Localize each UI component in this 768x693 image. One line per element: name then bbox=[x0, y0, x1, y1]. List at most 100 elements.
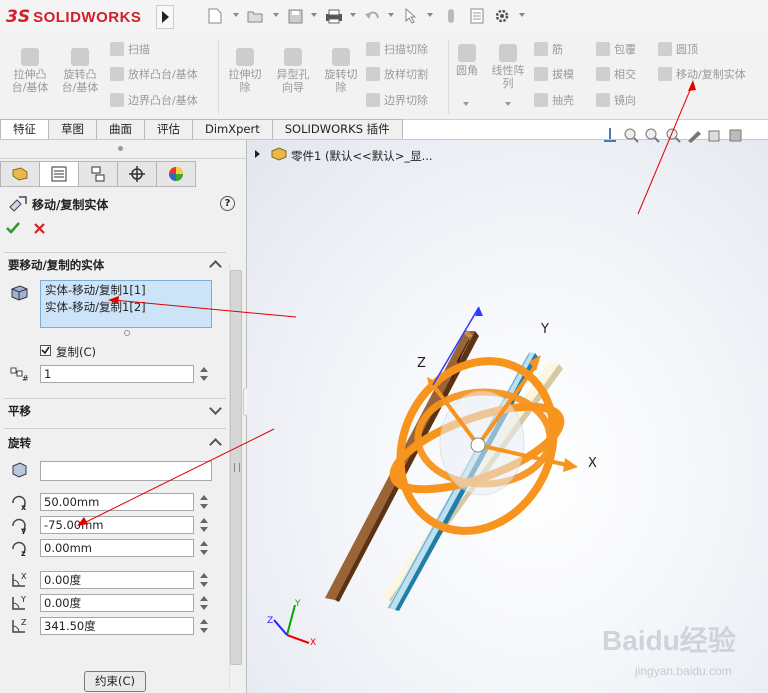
open-dropdown-icon[interactable] bbox=[273, 13, 279, 17]
extrude-cut-button[interactable]: 拉伸切 除 bbox=[222, 48, 268, 94]
loft-cut-button[interactable]: 放样切割 bbox=[366, 65, 428, 83]
extrude-boss-button[interactable]: 拉伸凸 台/基体 bbox=[6, 48, 54, 94]
tab-features[interactable]: 特征 bbox=[0, 119, 49, 139]
print-dropdown-icon[interactable] bbox=[350, 13, 356, 17]
undo-dropdown-icon[interactable] bbox=[388, 13, 394, 17]
scrollbar-thumb[interactable] bbox=[230, 270, 242, 665]
copies-input[interactable]: 1 bbox=[40, 365, 194, 383]
tab-sketch[interactable]: 草图 bbox=[48, 119, 97, 139]
rebuild-icon[interactable] bbox=[442, 7, 460, 25]
loft-button[interactable]: 放样凸台/基体 bbox=[110, 65, 198, 83]
boundary-cut-icon bbox=[366, 93, 380, 107]
rib-button[interactable]: 筋 bbox=[534, 40, 563, 58]
undo-icon[interactable] bbox=[363, 7, 381, 25]
revolve-cut-icon bbox=[332, 48, 350, 66]
angle-z-spinner[interactable] bbox=[198, 617, 210, 635]
angle-y-input[interactable]: 0.00度 bbox=[40, 594, 194, 612]
rotation-origin-field[interactable] bbox=[40, 461, 212, 481]
save-dropdown-icon[interactable] bbox=[311, 13, 317, 17]
origin-z-input[interactable]: 0.00mm bbox=[40, 539, 194, 557]
list-resize-handle[interactable] bbox=[124, 330, 130, 336]
copies-spinner[interactable] bbox=[198, 365, 210, 383]
configuration-manager-tab[interactable] bbox=[78, 161, 118, 187]
open-folder-icon[interactable] bbox=[246, 7, 264, 25]
tab-evaluate[interactable]: 评估 bbox=[144, 119, 193, 139]
linear-pattern-button[interactable]: 线性阵 列 bbox=[486, 44, 530, 90]
x-arrow-head-icon bbox=[563, 458, 578, 472]
intersect-label: 相交 bbox=[614, 68, 636, 81]
graphics-area[interactable]: 零件1 (默认<<默认>_显... Y Z X X Y Z Baidu经验 ji… bbox=[247, 128, 768, 693]
sweep-cut-button[interactable]: 扫描切除 bbox=[366, 40, 428, 58]
new-document-icon[interactable] bbox=[206, 7, 224, 25]
translate-section-header[interactable]: 平移 bbox=[0, 400, 228, 422]
intersect-button[interactable]: 相交 bbox=[596, 65, 636, 83]
tab-dimxpert[interactable]: DimXpert bbox=[192, 119, 273, 139]
options-dropdown-icon[interactable] bbox=[519, 13, 525, 17]
view-reference-triad: X Y Z bbox=[267, 599, 316, 648]
fillet-icon bbox=[458, 44, 476, 62]
collapse-chevron-icon bbox=[209, 438, 222, 451]
origin-y-spinner[interactable] bbox=[198, 516, 210, 534]
feature-manager-tab[interactable] bbox=[0, 161, 40, 187]
property-manager-tab[interactable] bbox=[39, 161, 79, 187]
select-pointer-icon[interactable] bbox=[401, 7, 419, 25]
angle-z-input[interactable]: 341.50度 bbox=[40, 617, 194, 635]
angle-y-spinner[interactable] bbox=[198, 594, 210, 612]
origin-x-input[interactable]: 50.00mm bbox=[40, 493, 194, 511]
draft-button[interactable]: 拔模 bbox=[534, 65, 574, 83]
sweep-button[interactable]: 扫描 bbox=[110, 40, 150, 58]
shell-button[interactable]: 抽壳 bbox=[534, 91, 574, 109]
feature-title: 移动/复制实体 bbox=[32, 198, 109, 212]
select-dropdown-icon[interactable] bbox=[427, 13, 433, 17]
selected-body-item[interactable]: 实体-移动/复制1[2] bbox=[41, 300, 211, 315]
rotate-section-header[interactable]: 旋转 bbox=[0, 432, 228, 454]
revolve-boss-button[interactable]: 旋转凸 台/基体 bbox=[56, 48, 104, 94]
origin-y-input[interactable]: -75.00mm bbox=[40, 516, 194, 534]
mirror-button[interactable]: 镜向 bbox=[596, 91, 636, 109]
revolve-cut-button[interactable]: 旋转切 除 bbox=[318, 48, 364, 94]
file-properties-icon[interactable] bbox=[468, 7, 486, 25]
origin-x-spinner[interactable] bbox=[198, 493, 210, 511]
linear-pattern-icon bbox=[499, 44, 517, 62]
linear-pattern-dropdown-icon[interactable] bbox=[505, 102, 511, 106]
ok-button[interactable] bbox=[6, 222, 20, 237]
move-copy-body-button[interactable]: 移动/复制实体 bbox=[658, 65, 746, 83]
angle-x-input[interactable]: 0.00度 bbox=[40, 571, 194, 589]
tab-solidworks-addins[interactable]: SOLIDWORKS 插件 bbox=[271, 119, 403, 139]
boundary-boss-button[interactable]: 边界凸台/基体 bbox=[110, 91, 198, 109]
fillet-button[interactable]: 圆角 bbox=[452, 44, 482, 77]
dimxpert-manager-tab[interactable] bbox=[117, 161, 157, 187]
extrude-cut-label: 拉伸切 除 bbox=[228, 68, 262, 94]
fillet-label: 圆角 bbox=[456, 64, 478, 77]
constraints-button[interactable]: 约束(C) bbox=[84, 671, 146, 692]
rotation-triad[interactable]: Y Z X bbox=[371, 306, 597, 558]
bodies-section-header[interactable]: 要移动/复制的实体 bbox=[0, 254, 228, 276]
dome-button[interactable]: 圆顶 bbox=[658, 40, 698, 58]
save-icon[interactable] bbox=[286, 7, 304, 25]
rib-label: 筋 bbox=[552, 43, 563, 56]
options-gear-icon[interactable] bbox=[493, 7, 511, 25]
display-manager-tab[interactable] bbox=[156, 161, 196, 187]
fillet-dropdown-icon[interactable] bbox=[463, 102, 469, 106]
wrap-button[interactable]: 包覆 bbox=[596, 40, 636, 58]
triad-center-handle[interactable] bbox=[470, 437, 486, 453]
copy-label[interactable]: 复制(C) bbox=[56, 344, 96, 360]
origin-z-spinner[interactable] bbox=[198, 539, 210, 557]
new-dropdown-icon[interactable] bbox=[233, 13, 239, 17]
boundary-cut-button[interactable]: 边界切除 bbox=[366, 91, 428, 109]
selected-body-item[interactable]: 实体-移动/复制1[1] bbox=[41, 281, 211, 300]
bodies-selection-list[interactable]: 实体-移动/复制1[1] 实体-移动/复制1[2] bbox=[40, 280, 212, 328]
hole-wizard-button[interactable]: 异型孔 向导 bbox=[270, 48, 316, 94]
tab-surfaces[interactable]: 曲面 bbox=[96, 119, 145, 139]
ds-logo-mark: 3S bbox=[6, 7, 31, 27]
cancel-button[interactable] bbox=[34, 223, 45, 237]
help-button[interactable]: ? bbox=[220, 196, 235, 211]
copy-checkbox[interactable] bbox=[40, 345, 51, 356]
panel-grip[interactable] bbox=[118, 146, 123, 151]
command-manager: 拉伸凸 台/基体 旋转凸 台/基体 扫描 放样凸台/基体 边界凸台/基体 拉伸切… bbox=[0, 34, 768, 120]
angle-x-spinner[interactable] bbox=[198, 571, 210, 589]
menu-expand-arrow-icon[interactable] bbox=[156, 5, 174, 29]
view-z-label: Z bbox=[267, 616, 273, 626]
solidworks-logo[interactable]: 3S SOLIDWORKS bbox=[6, 6, 154, 28]
print-icon[interactable] bbox=[325, 7, 343, 25]
